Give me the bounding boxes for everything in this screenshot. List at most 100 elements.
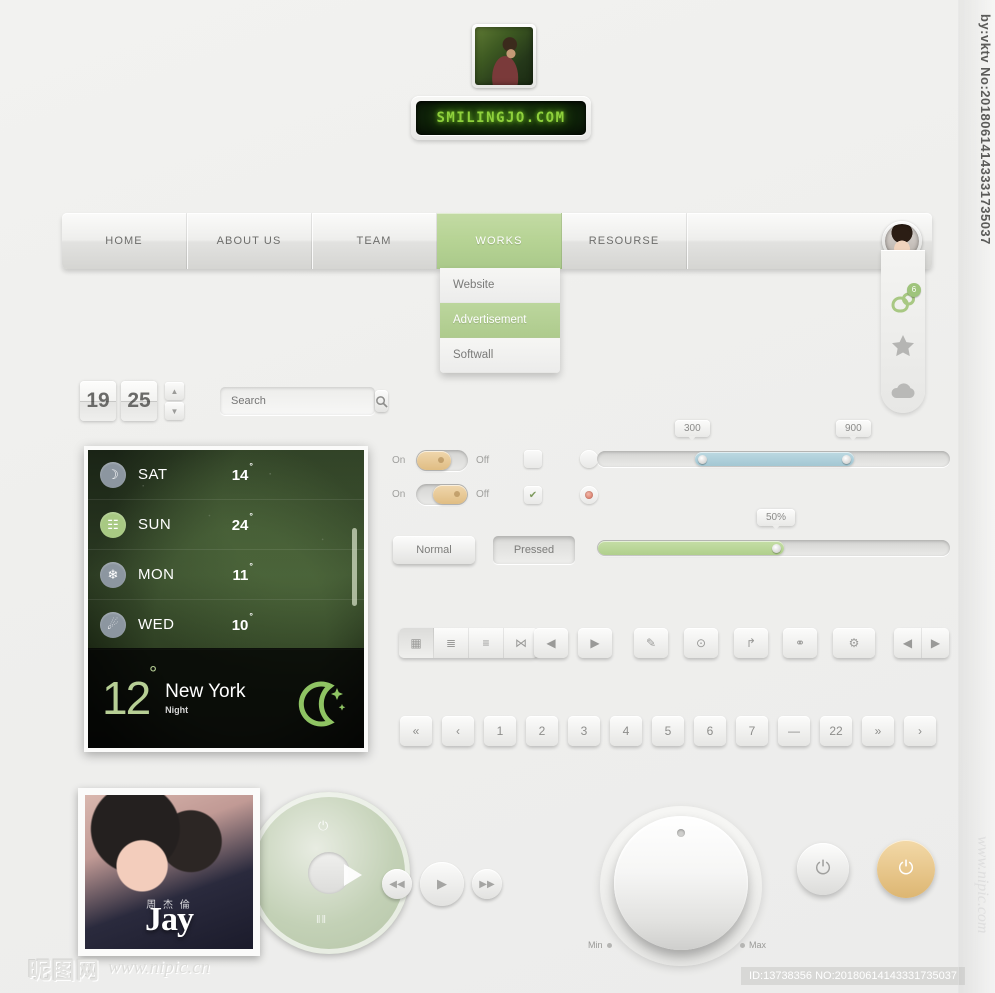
forecast-temp: 11° (233, 561, 253, 584)
toggle-row-1: On Off (392, 450, 492, 471)
knob-min-label: Min (588, 940, 612, 950)
nav-label: ABOUT US (216, 235, 282, 247)
search-input[interactable] (223, 394, 375, 408)
current-temp: 12° (102, 664, 157, 721)
knob-max-text: Max (749, 940, 767, 950)
dropdown-item-softwall[interactable]: Softwall (440, 338, 560, 373)
play-icon[interactable]: ▶ (420, 862, 464, 906)
columns-icon[interactable]: ⋈ (504, 628, 538, 658)
play-icon[interactable] (344, 864, 362, 886)
weather-scrollbar[interactable] (352, 528, 357, 606)
cloud-icon[interactable] (889, 377, 917, 405)
knob-indicator-dot (677, 829, 685, 837)
gear-icon[interactable]: ⚙ (833, 628, 875, 658)
star-icon[interactable] (889, 332, 917, 360)
album-artwork: 周 杰 倫 Jay (85, 795, 253, 949)
nav-item-about-us[interactable]: ABOUT US (187, 213, 312, 269)
checkbox-checked[interactable]: ✔ (524, 486, 542, 504)
pagination-page-5[interactable]: 5 (652, 716, 684, 746)
degree-symbol: ° (249, 460, 253, 471)
range-slider-track[interactable] (597, 451, 950, 467)
progress-slider-handle[interactable] (772, 544, 781, 553)
forecast-row: ❄ MON 11° (88, 550, 364, 600)
pager-arrow-left-icon[interactable]: ◀ (894, 628, 922, 658)
pagination-page-6[interactable]: 6 (694, 716, 726, 746)
pagination-page-2[interactable]: 2 (526, 716, 558, 746)
pagination-page-3[interactable]: 3 (568, 716, 600, 746)
radio-unselected[interactable] (580, 450, 598, 468)
stepper-down-button[interactable]: ▼ (165, 402, 184, 420)
nav-item-works[interactable]: WORKS (437, 213, 562, 269)
dropdown-item-advertisement[interactable]: Advertisement (440, 303, 560, 338)
nav-item-home[interactable]: HOME (62, 213, 187, 269)
normal-button[interactable]: Normal (393, 536, 475, 564)
knob-dial[interactable] (614, 816, 748, 950)
rewind-icon[interactable]: ◀◀ (382, 869, 412, 899)
forecast-temp-value: 24 (231, 516, 249, 534)
checkbox-unchecked[interactable] (524, 450, 542, 468)
toggle-knob (433, 485, 467, 504)
stepper-up-button[interactable]: ▲ (165, 382, 184, 400)
pagination-prev[interactable]: ‹ (442, 716, 474, 746)
toggle-knob (417, 451, 451, 470)
watermark-logo-cn: 昵图网 (28, 958, 100, 984)
list-detail-icon[interactable]: ≣ (434, 628, 469, 658)
watermark-id-bar: ID:13738356 NO:20180614143331735037 (741, 967, 965, 985)
toggle-switch-off[interactable] (416, 484, 468, 505)
toggle-switch-on[interactable] (416, 450, 468, 471)
forward-icon[interactable]: ▶▶ (472, 869, 502, 899)
forecast-day: WED (138, 616, 175, 633)
dropdown-item-website[interactable]: Website (440, 268, 560, 303)
users-badge: 6 (907, 283, 921, 298)
forecast-temp-value: 14 (231, 466, 249, 484)
nav-item-resourse[interactable]: RESOURSE (562, 213, 687, 269)
pagination-page-22[interactable]: 22 (820, 716, 852, 746)
progress-slider-track[interactable] (597, 540, 950, 556)
pager-arrow-right-icon[interactable]: ▶ (922, 628, 949, 658)
list-view-icon[interactable]: ≡ (469, 628, 504, 658)
pagination-page-4[interactable]: 4 (610, 716, 642, 746)
pagination-page-1[interactable]: 1 (484, 716, 516, 746)
side-icon-rail: 6 (881, 250, 925, 413)
disc-power-icon[interactable]: ⏻ (318, 818, 328, 834)
share-icon[interactable]: ↱ (734, 628, 768, 658)
snow-icon: ❄ (100, 561, 126, 588)
pagination-page-7[interactable]: 7 (736, 716, 768, 746)
toggle-on-label: On (392, 455, 406, 466)
condition-label: Night (165, 705, 189, 715)
flip-digit-2: 25 (121, 381, 157, 421)
power-button-grey[interactable]: ⏻ (797, 843, 849, 895)
search-box (220, 387, 388, 415)
users-icon[interactable]: 6 (889, 283, 921, 316)
transport-controls: ◀◀ ▶ ▶▶ (382, 862, 502, 906)
disc-eq-icon[interactable]: ‖‖ (316, 914, 327, 926)
arrow-right-icon[interactable]: ▶ (578, 628, 612, 658)
pagination-next[interactable]: » (862, 716, 894, 746)
search-button[interactable] (375, 390, 388, 412)
range-max-bubble: 900 (836, 420, 871, 441)
pressed-button[interactable]: Pressed (493, 536, 575, 564)
nav-item-team[interactable]: TEAM (312, 213, 437, 269)
volume-knob[interactable] (600, 806, 762, 966)
pagination-first[interactable]: « (400, 716, 432, 746)
progress-bubble: 50% (757, 509, 796, 530)
degree-symbol: ° (249, 610, 253, 621)
nav-label: WORKS (475, 235, 523, 247)
pagination-end[interactable]: › (904, 716, 936, 746)
moon-cloud-icon: ☽ (100, 461, 126, 488)
pencil-icon[interactable]: ✎ (634, 628, 668, 658)
weather-forecast-list: ☽ SAT 14° ☷ SUN 24° ❄ MON 11° ☄ WED 10° (88, 450, 364, 650)
pagination: « ‹ 1 2 3 4 5 6 7 — 22 » › (400, 716, 936, 746)
grid-view-icon[interactable]: ▦ (399, 628, 434, 658)
arrow-left-icon[interactable]: ◀ (534, 628, 568, 658)
range-slider-handle-min[interactable] (698, 455, 707, 464)
range-slider-handle-max[interactable] (842, 455, 851, 464)
forecast-temp-value: 10 (231, 616, 249, 634)
forecast-day: MON (138, 566, 175, 583)
link-icon[interactable]: ⚭ (783, 628, 817, 658)
power-button-amber[interactable]: ⏻ (877, 840, 935, 898)
watermark-url: www.nipic.cn (108, 957, 211, 978)
radio-selected[interactable] (580, 486, 598, 504)
location-pin-icon[interactable]: ⊙ (684, 628, 718, 658)
nav-label: RESOURSE (588, 235, 660, 247)
